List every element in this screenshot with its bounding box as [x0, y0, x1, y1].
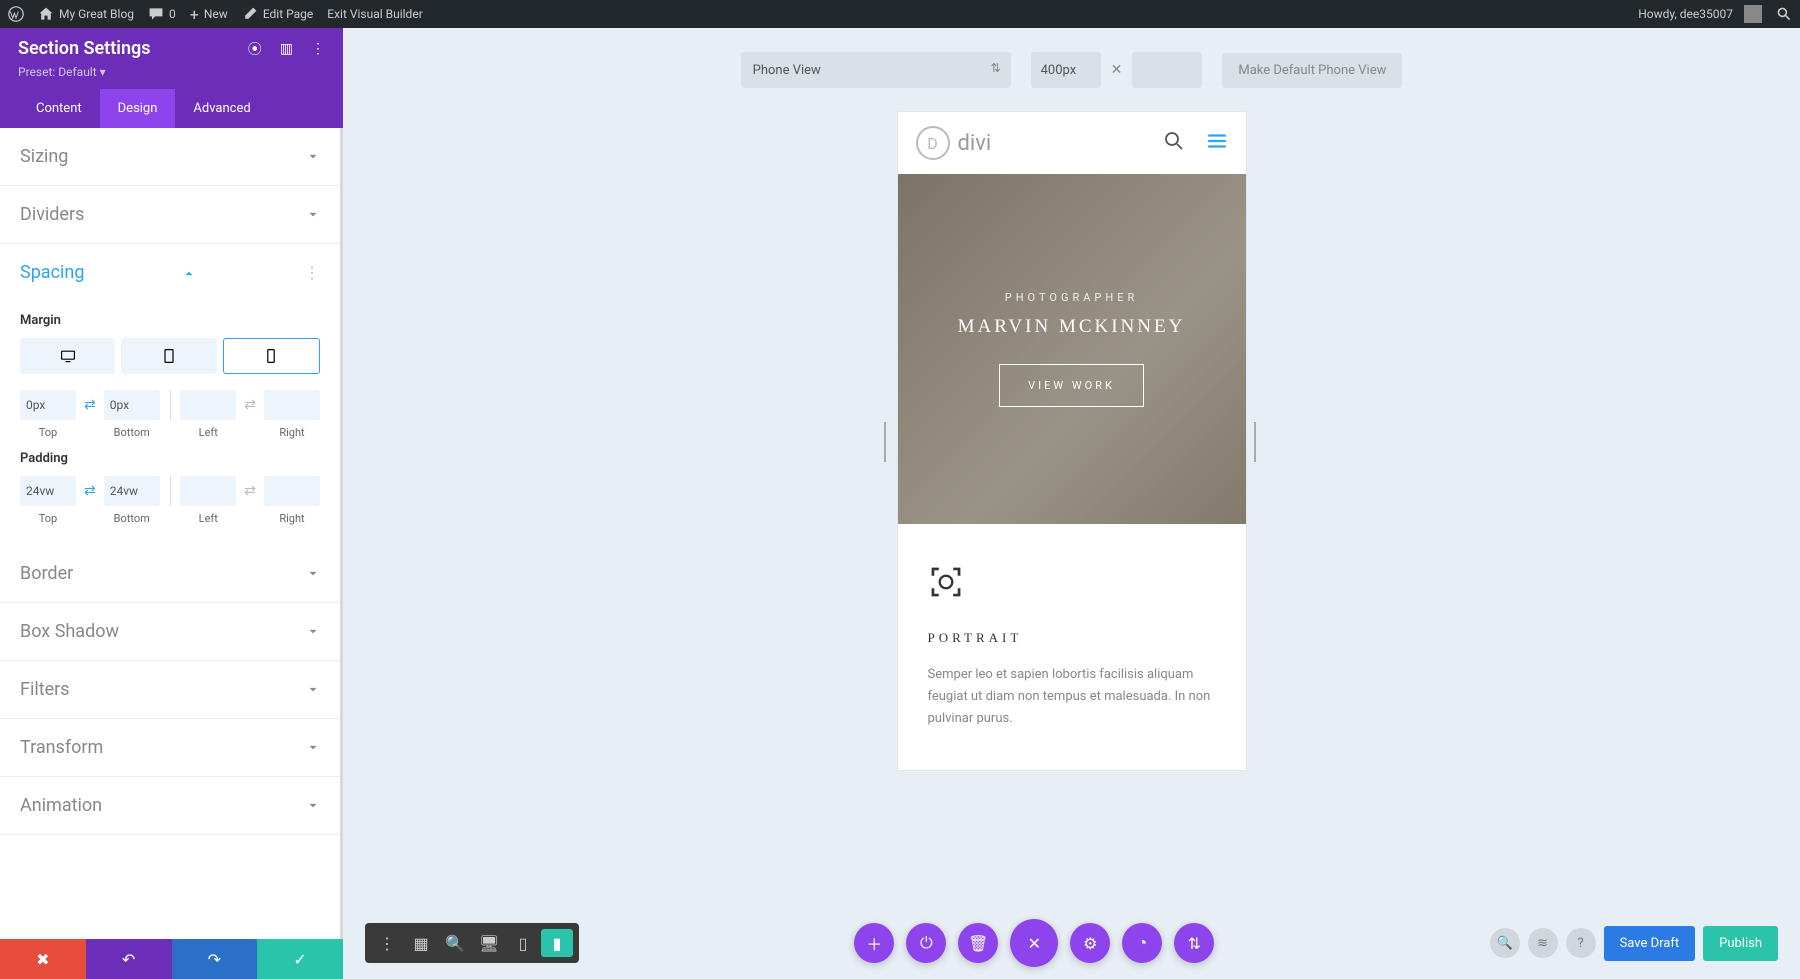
hero-subtitle: PHOTOGRAPHER: [1005, 291, 1138, 304]
wp-admin-bar: My Great Blog 0 +New Edit Page Exit Visu…: [0, 0, 1800, 28]
preset-selector[interactable]: Preset: Default ▾: [18, 65, 325, 89]
padding-left-input[interactable]: [180, 476, 236, 506]
view-toolbar: ⋮ ▦ 🔍 🖥 ▯ ▮: [365, 923, 579, 963]
search-icon[interactable]: [1776, 6, 1792, 22]
layout-icon[interactable]: ▥: [280, 41, 293, 57]
accordion-border[interactable]: Border: [0, 545, 340, 603]
resize-handle-left[interactable]: [884, 422, 890, 462]
phone-view-icon[interactable]: ▮: [541, 929, 573, 957]
width-input[interactable]: [1031, 52, 1101, 88]
section-text: Semper leo et sapien lobortis facilisis …: [928, 664, 1216, 730]
sort-button[interactable]: ⇅: [1174, 923, 1214, 963]
view-controls: Phone View ✕ Make Default Phone View: [343, 28, 1800, 112]
unlink-icon[interactable]: ⇄: [244, 476, 256, 506]
redo-button[interactable]: ↷: [172, 939, 258, 979]
layers-button[interactable]: ≋: [1528, 928, 1558, 958]
margin-top-input[interactable]: [20, 390, 76, 420]
margin-label: Margin: [20, 313, 320, 328]
panel-title: Section Settings: [18, 38, 151, 59]
search-icon[interactable]: [1164, 131, 1184, 155]
padding-top-input[interactable]: [20, 476, 76, 506]
trash-button[interactable]: 🗑: [958, 923, 998, 963]
hero-title: MARVIN MCKINNEY: [958, 316, 1186, 338]
help-button[interactable]: ?: [1566, 928, 1596, 958]
margin-right-input[interactable]: [264, 390, 320, 420]
desktop-view-icon[interactable]: 🖥: [473, 929, 505, 957]
accordion-box-shadow[interactable]: Box Shadow: [0, 603, 340, 661]
power-button[interactable]: ⏻: [906, 923, 946, 963]
device-phone[interactable]: [223, 338, 320, 374]
more-icon[interactable]: ⋮: [311, 41, 325, 57]
close-button[interactable]: ✕: [1010, 919, 1058, 967]
view-work-button[interactable]: VIEW WORK: [999, 364, 1144, 407]
publish-button[interactable]: Publish: [1703, 926, 1778, 961]
padding-bottom-input[interactable]: [104, 476, 160, 506]
more-icon[interactable]: ⋮: [371, 929, 403, 957]
history-button[interactable]: ◔: [1122, 923, 1162, 963]
add-button[interactable]: ＋: [854, 923, 894, 963]
tablet-view-icon[interactable]: ▯: [507, 929, 539, 957]
phone-preview: Ddivi PHOTOGRAPHER MARVIN MCKINNEY VIEW …: [898, 112, 1246, 770]
accordion-filters[interactable]: Filters: [0, 661, 340, 719]
focus-icon[interactable]: ⦿: [248, 39, 262, 59]
edit-page-link[interactable]: Edit Page: [242, 6, 313, 22]
margin-left-input[interactable]: [180, 390, 236, 420]
new-link[interactable]: +New: [190, 5, 228, 24]
settings-sidebar: Section Settings ⦿ ▥ ⋮ Preset: Default ▾…: [0, 28, 343, 979]
device-desktop[interactable]: [20, 338, 115, 374]
spacing-more-icon[interactable]: ⋮: [304, 263, 320, 282]
times-icon: ✕: [1111, 62, 1123, 78]
make-default-button[interactable]: Make Default Phone View: [1222, 53, 1402, 88]
search-button[interactable]: 🔍: [1490, 928, 1520, 958]
wireframe-icon[interactable]: ▦: [405, 929, 437, 957]
cancel-button[interactable]: ✖: [0, 939, 86, 979]
howdy-user[interactable]: Howdy, dee35007: [1638, 5, 1762, 23]
exit-builder-link[interactable]: Exit Visual Builder: [327, 7, 423, 21]
save-draft-button[interactable]: Save Draft: [1604, 926, 1696, 961]
device-tablet[interactable]: [121, 338, 216, 374]
resize-handle-right[interactable]: [1254, 422, 1260, 462]
accordion-spacing[interactable]: Spacing⋮: [0, 244, 340, 301]
view-mode-select[interactable]: Phone View: [741, 52, 1011, 88]
hamburger-icon[interactable]: [1206, 130, 1228, 156]
padding-right-input[interactable]: [264, 476, 320, 506]
settings-button[interactable]: ⚙: [1070, 923, 1110, 963]
link-icon[interactable]: ⇄: [84, 390, 96, 420]
link-icon[interactable]: ⇄: [84, 476, 96, 506]
accordion-animation[interactable]: Animation: [0, 777, 340, 835]
zoom-icon[interactable]: 🔍: [439, 929, 471, 957]
save-button[interactable]: ✓: [257, 939, 343, 979]
accordion-dividers[interactable]: Dividers: [0, 186, 340, 244]
camera-icon: [928, 564, 964, 600]
tab-content[interactable]: Content: [18, 89, 100, 128]
unlink-icon[interactable]: ⇄: [244, 390, 256, 420]
tab-design[interactable]: Design: [100, 89, 176, 128]
padding-label: Padding: [20, 451, 320, 466]
tab-advanced[interactable]: Advanced: [175, 89, 268, 128]
accordion-sizing[interactable]: Sizing: [0, 128, 340, 186]
site-link[interactable]: My Great Blog: [38, 6, 134, 22]
comments-link[interactable]: 0: [148, 6, 176, 22]
wp-logo-icon[interactable]: [8, 6, 24, 22]
margin-bottom-input[interactable]: [104, 390, 160, 420]
undo-button[interactable]: ↶: [86, 939, 172, 979]
accordion-transform[interactable]: Transform: [0, 719, 340, 777]
height-input[interactable]: [1132, 52, 1202, 88]
section-title: PORTRAIT: [928, 630, 1216, 646]
logo: Ddivi: [916, 126, 992, 160]
